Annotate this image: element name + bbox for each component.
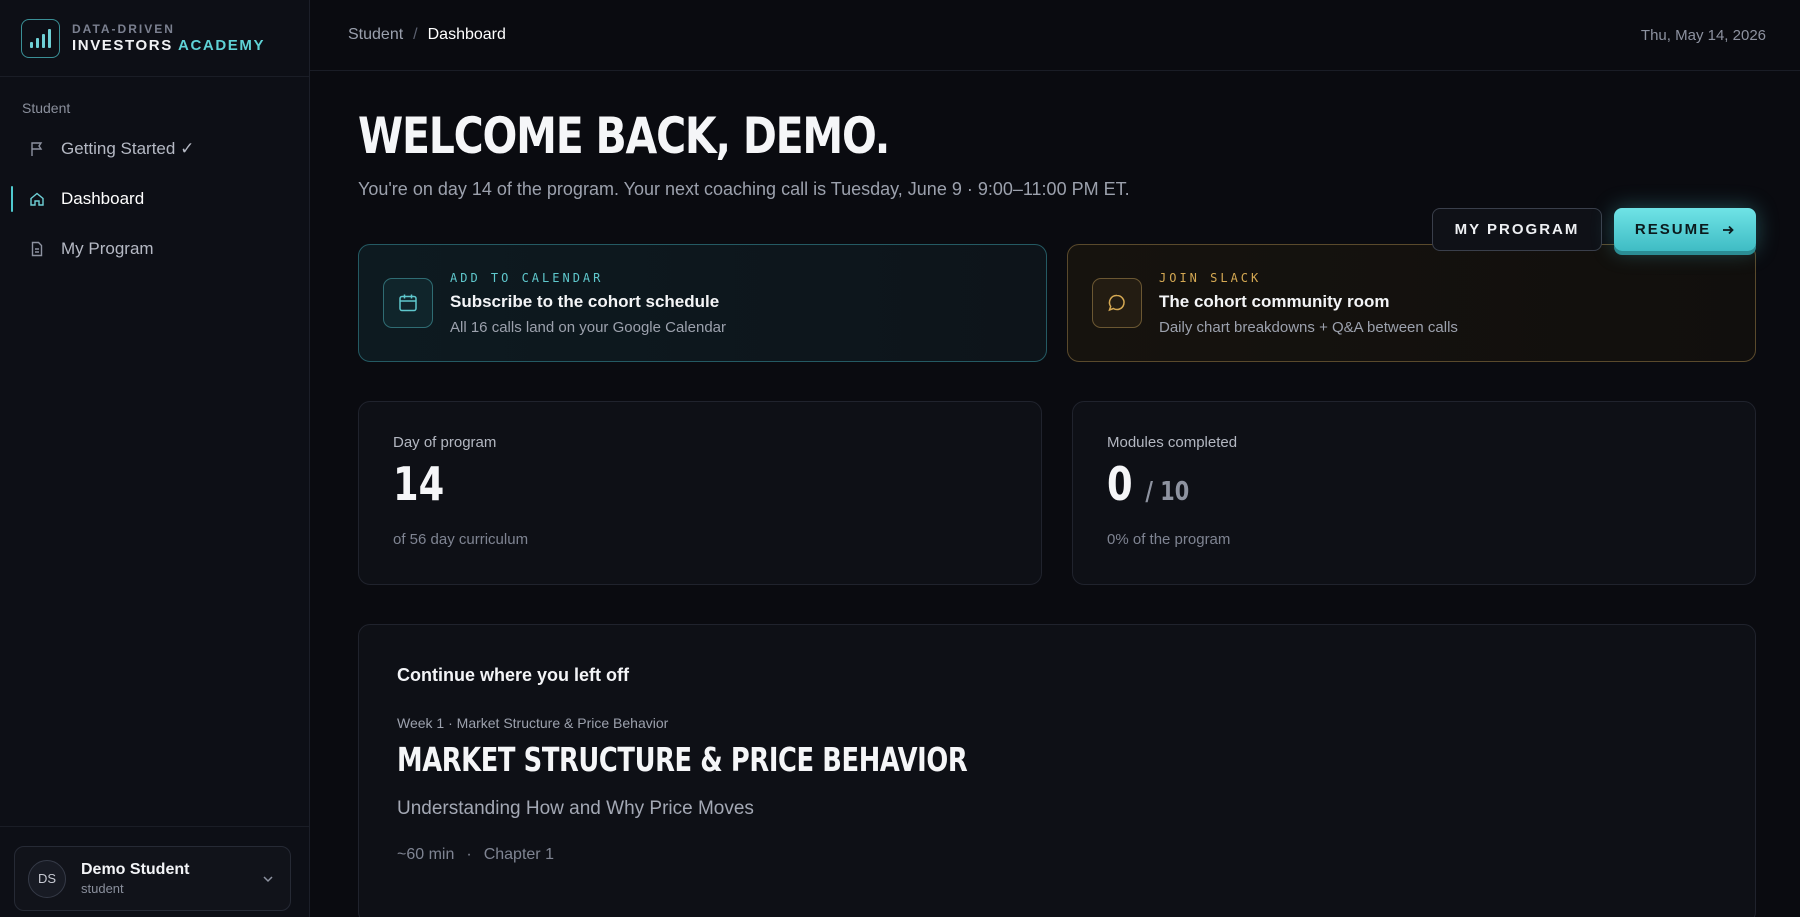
topbar: Student / Dashboard Thu, May 14, 2026 — [310, 0, 1800, 71]
my-program-button[interactable]: MY PROGRAM — [1432, 208, 1602, 251]
chart-logo-icon — [21, 18, 60, 58]
sidebar-item-dashboard[interactable]: Dashboard — [0, 174, 309, 224]
modules-value: 0 — [1107, 457, 1133, 511]
resume-button[interactable]: RESUME — [1614, 208, 1756, 251]
stat-value: 14 — [393, 461, 911, 507]
add-to-calendar-card[interactable]: ADD TO CALENDAR Subscribe to the cohort … — [358, 244, 1047, 362]
dashboard-body: WELCOME BACK, DEMO. You're on day 14 of … — [310, 111, 1800, 917]
join-slack-card[interactable]: JOIN SLACK The cohort community room Dai… — [1067, 244, 1756, 362]
brand-text: DATA-DRIVEN INVESTORS ACADEMY — [72, 23, 265, 53]
breadcrumb-separator: / — [413, 26, 418, 43]
sidebar-item-getting-started[interactable]: Getting Started ✓ — [0, 124, 309, 174]
avatar: DS — [28, 859, 66, 898]
day-of-program-card: Day of program 14 of 56 day curriculum — [358, 401, 1042, 585]
user-info: Demo Student student — [81, 861, 189, 896]
sidebar-item-label: Dashboard — [61, 189, 145, 208]
breadcrumb: Student / Dashboard — [348, 26, 506, 44]
modules-total: / 10 — [1145, 477, 1190, 507]
home-icon — [29, 191, 45, 207]
user-role: student — [81, 881, 124, 896]
module-subtitle: Understanding How and Why Price Moves — [397, 798, 754, 819]
continue-heading: Continue where you left off — [397, 665, 629, 685]
chevron-down-icon — [263, 876, 273, 883]
slack-description: Daily chart breakdowns + Q&A between cal… — [1159, 318, 1458, 336]
module-chapter: Chapter 1 — [483, 846, 554, 863]
module-duration: ~60 min — [397, 846, 455, 863]
brand-name-main: INVESTORS — [72, 37, 173, 54]
calendar-card-text: ADD TO CALENDAR Subscribe to the cohort … — [450, 271, 726, 336]
nav-section-label: Student — [22, 100, 71, 116]
modules-completed-card: Modules completed 0 / 10 0% of the progr… — [1072, 401, 1756, 585]
my-program-button-label: MY PROGRAM — [1454, 221, 1580, 238]
user-menu[interactable]: DS Demo Student student — [14, 846, 291, 911]
slack-card-text: JOIN SLACK The cohort community room Dai… — [1159, 271, 1458, 336]
page-subtitle: You're on day 14 of the program. Your ne… — [358, 179, 1130, 199]
module-meta: ~60 min · Chapter 1 — [397, 846, 1755, 864]
app: DATA-DRIVEN INVESTORS ACADEMY Student Ge… — [0, 0, 1800, 917]
header-actions: MY PROGRAM RESUME — [1432, 208, 1756, 251]
user-name: Demo Student — [81, 861, 190, 878]
module-title: MARKET STRUCTURE & PRICE BEHAVIOR — [397, 740, 968, 779]
sidebar-item-label: Getting Started ✓ — [61, 139, 195, 158]
document-icon — [29, 241, 45, 257]
continue-card[interactable]: Continue where you left off Week 1 · Mar… — [358, 624, 1756, 917]
brand[interactable]: DATA-DRIVEN INVESTORS ACADEMY — [0, 0, 309, 77]
calendar-title: Subscribe to the cohort schedule — [450, 291, 720, 311]
resume-button-label: RESUME — [1634, 221, 1712, 238]
current-date: Thu, May 14, 2026 — [1640, 26, 1766, 44]
calendar-eyebrow: ADD TO CALENDAR — [450, 270, 604, 285]
page-title: WELCOME BACK, DEMO. — [358, 107, 890, 165]
meta-separator: · — [466, 846, 472, 863]
calendar-description: All 16 calls land on your Google Calenda… — [450, 318, 726, 336]
brand-name-accent: ACADEMY — [178, 37, 266, 54]
stat-subtext: of 56 day curriculum — [393, 531, 529, 548]
sidebar-nav: Getting Started ✓ Dashboard My Program — [0, 124, 309, 274]
stat-subtext: 0% of the program — [1107, 531, 1231, 548]
sidebar-divider — [0, 826, 309, 827]
sidebar-item-my-program[interactable]: My Program — [0, 224, 309, 274]
promo-row: ADD TO CALENDAR Subscribe to the cohort … — [358, 244, 1756, 362]
stat-label: Day of program — [393, 434, 497, 451]
brand-name: INVESTORS ACADEMY — [72, 38, 265, 53]
breadcrumb-current: Dashboard — [427, 26, 506, 43]
arrow-right-icon — [1723, 225, 1734, 234]
day-value: 14 — [393, 457, 445, 511]
calendar-icon — [383, 278, 433, 328]
slack-eyebrow: JOIN SLACK — [1159, 270, 1262, 285]
stat-value: 0 / 10 — [1107, 461, 1625, 507]
brand-tagline: DATA-DRIVEN — [72, 22, 175, 36]
slack-title: The cohort community room — [1159, 291, 1390, 311]
flag-icon — [29, 141, 45, 157]
stats-row: Day of program 14 of 56 day curriculum M… — [358, 401, 1756, 585]
breadcrumb-parent[interactable]: Student — [348, 26, 403, 44]
main-content: Student / Dashboard Thu, May 14, 2026 WE… — [310, 0, 1800, 917]
sidebar: DATA-DRIVEN INVESTORS ACADEMY Student Ge… — [0, 0, 310, 917]
chat-bubble-icon — [1092, 278, 1142, 328]
continue-week-label: Week 1 · Market Structure & Price Behavi… — [397, 715, 669, 731]
stat-label: Modules completed — [1107, 434, 1238, 451]
sidebar-item-label: My Program — [61, 239, 154, 258]
